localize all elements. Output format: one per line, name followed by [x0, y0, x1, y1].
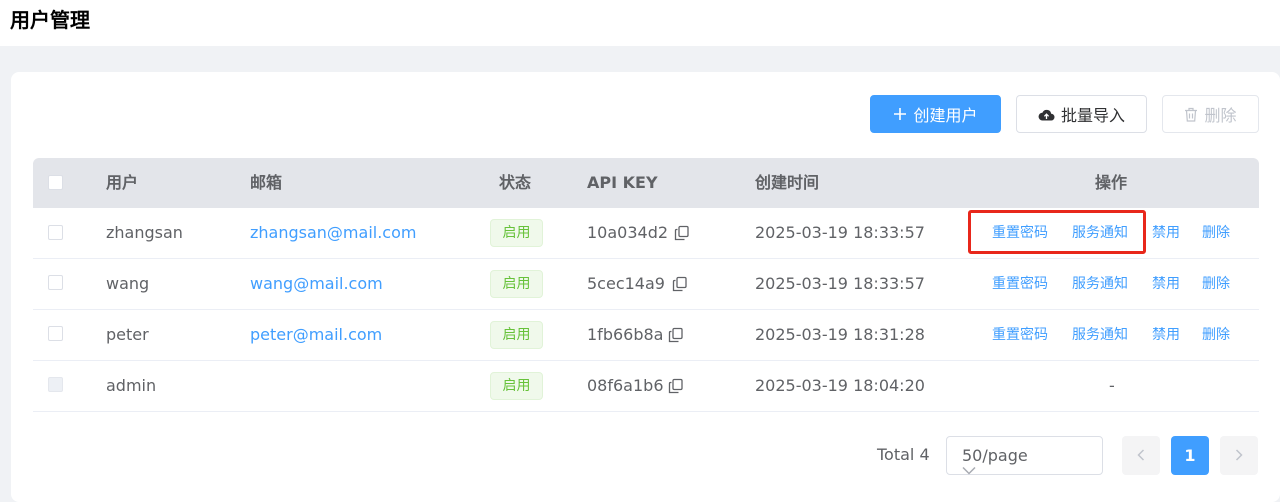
api-key: 10a034d2: [587, 223, 669, 242]
header-apikey: API KEY: [587, 173, 658, 192]
user-name: admin: [106, 376, 157, 395]
user-name: zhangsan: [106, 223, 183, 242]
no-actions-placeholder: -: [1109, 376, 1115, 395]
row-checkbox[interactable]: [48, 275, 63, 290]
email-link[interactable]: zhangsan@mail.com: [250, 208, 416, 258]
disable-link[interactable]: 禁用: [1152, 208, 1180, 258]
page-number-button[interactable]: 1: [1171, 436, 1209, 475]
disable-link[interactable]: 禁用: [1152, 259, 1180, 309]
delete-link[interactable]: 删除: [1202, 310, 1230, 360]
status-badge: 启用: [490, 270, 543, 298]
create-user-label: 创建用户: [913, 106, 978, 125]
email-link[interactable]: peter@mail.com: [250, 310, 382, 360]
copy-icon[interactable]: [674, 225, 690, 245]
reset-password-link[interactable]: 重置密码: [992, 259, 1048, 309]
status-badge: 启用: [490, 219, 543, 247]
header-status: 状态: [499, 173, 532, 192]
table-row: admin 启用 08f6a1b6 2025-03-19 18:04:20 -: [33, 361, 1259, 412]
batch-import-label: 批量导入: [1060, 106, 1125, 125]
page-size-select[interactable]: 50/page: [946, 436, 1103, 475]
delete-link[interactable]: 删除: [1202, 259, 1230, 309]
chevron-down-icon: [962, 451, 1088, 488]
status-badge: 启用: [490, 372, 543, 400]
trash-icon: [1184, 107, 1198, 122]
api-key: 08f6a1b6: [587, 376, 664, 395]
status-badge: 启用: [490, 321, 543, 349]
table-header: 用户 邮箱 状态 API KEY 创建时间 操作: [33, 158, 1259, 208]
service-notice-link[interactable]: 服务通知: [1072, 259, 1128, 309]
header-actions: 操作: [1095, 173, 1128, 192]
api-key: 1fb66b8a: [587, 325, 664, 344]
user-name: wang: [106, 274, 150, 293]
copy-icon[interactable]: [668, 327, 684, 347]
created-time: 2025-03-19 18:33:57: [755, 274, 925, 293]
highlight-box: [968, 210, 1146, 254]
table-row: peter peter@mail.com 启用 1fb66b8a 2025-03…: [33, 310, 1259, 361]
copy-icon[interactable]: [672, 276, 688, 296]
header-email: 邮箱: [250, 173, 283, 192]
header-user: 用户: [106, 173, 139, 192]
delete-label: 删除: [1204, 106, 1237, 125]
page-header: 用户管理: [0, 0, 1280, 46]
row-checkbox[interactable]: [48, 326, 63, 341]
page-title: 用户管理: [10, 8, 90, 32]
created-time: 2025-03-19 18:04:20: [755, 376, 925, 395]
table-row: wang wang@mail.com 启用 5cec14a9 2025-03-1…: [33, 259, 1259, 310]
create-user-button[interactable]: 创建用户: [870, 95, 1001, 133]
chevron-right-icon: [1235, 446, 1243, 465]
delete-link[interactable]: 删除: [1202, 208, 1230, 258]
disable-link[interactable]: 禁用: [1152, 310, 1180, 360]
cloud-upload-icon: [1038, 108, 1055, 121]
next-page-button[interactable]: [1220, 436, 1258, 475]
email-link[interactable]: wang@mail.com: [250, 259, 383, 309]
delete-button[interactable]: 删除: [1162, 95, 1259, 133]
user-name: peter: [106, 325, 149, 344]
api-key: 5cec14a9: [587, 274, 665, 293]
row-checkbox[interactable]: [48, 225, 63, 240]
created-time: 2025-03-19 18:33:57: [755, 223, 925, 242]
service-notice-link[interactable]: 服务通知: [1072, 310, 1128, 360]
batch-import-button[interactable]: 批量导入: [1016, 95, 1147, 133]
plus-icon: [893, 107, 907, 121]
pagination-total: Total 4: [877, 445, 930, 464]
prev-page-button[interactable]: [1122, 436, 1160, 475]
reset-password-link[interactable]: 重置密码: [992, 310, 1048, 360]
created-time: 2025-03-19 18:31:28: [755, 325, 925, 344]
copy-icon[interactable]: [668, 378, 684, 398]
select-all-checkbox[interactable]: [48, 175, 63, 190]
row-checkbox-disabled: [48, 377, 63, 392]
header-created: 创建时间: [755, 173, 820, 192]
chevron-left-icon: [1137, 446, 1145, 465]
